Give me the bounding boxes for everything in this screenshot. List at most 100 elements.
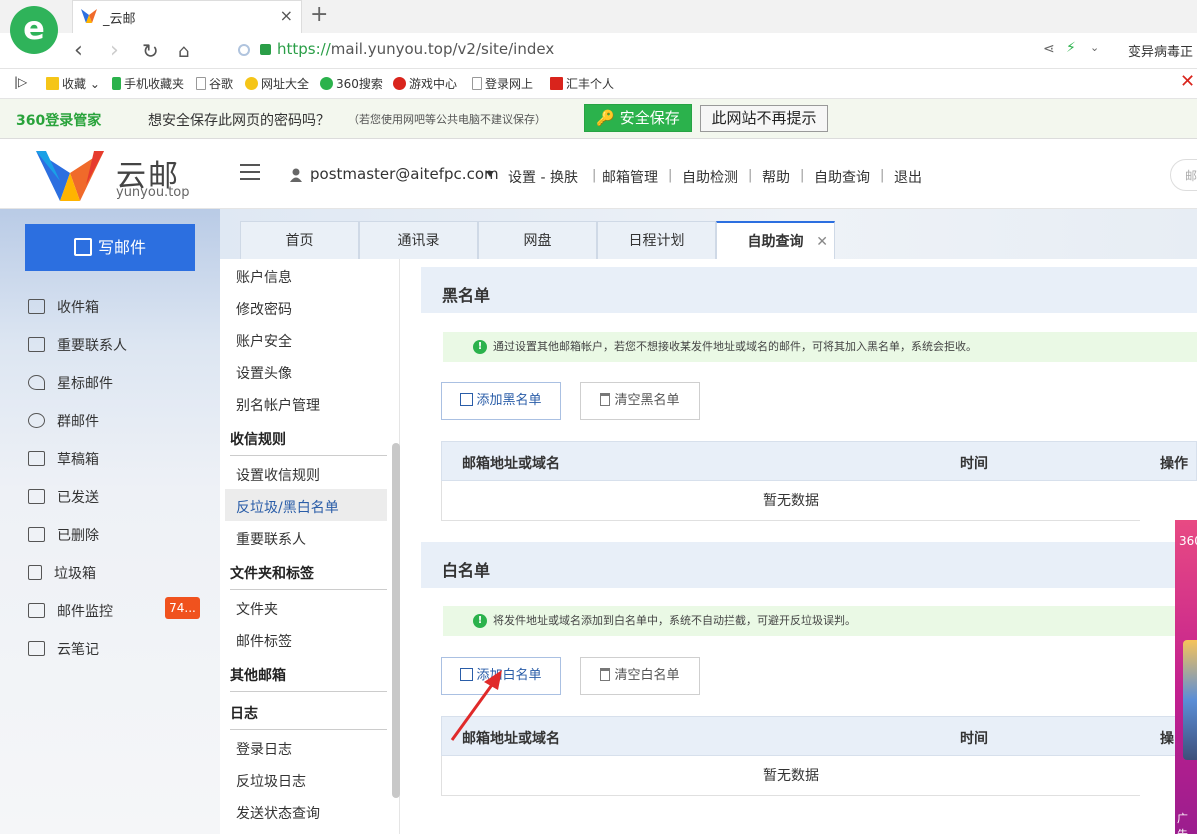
sidebar-item-sent[interactable]: 已发送 xyxy=(28,487,99,511)
password-save-bar: 360登录管家 想安全保存此网页的密码吗？ （若您使用网吧等公共电脑不建议保存）… xyxy=(0,99,1197,139)
divider xyxy=(230,729,387,730)
add-blacklist-button[interactable]: 添加黑名单 xyxy=(441,382,561,420)
tab-schedule[interactable]: 日程计划 xyxy=(597,221,716,259)
sidebar-item-starred[interactable]: 星标邮件 xyxy=(28,373,113,397)
bookmark-label: 汇丰个人 xyxy=(566,77,615,91)
tab-netdisk[interactable]: 网盘 xyxy=(478,221,597,259)
user-account[interactable]: postmaster@aitefpc.com xyxy=(310,165,499,183)
menu-mail-tags[interactable]: 邮件标签 xyxy=(236,631,292,651)
address-bar: ‹ › ↻ ⌂ https://mail.yunyou.top/v2/site/… xyxy=(0,33,1197,69)
sidebar-item-cloud-notes[interactable]: 云笔记 xyxy=(28,639,99,663)
app-logo[interactable]: 云邮 yunyou.top xyxy=(0,139,220,209)
save-password-label: 安全保存 xyxy=(619,109,680,127)
bookmark-item[interactable]: 谷歌 xyxy=(196,75,233,92)
sidebar-item-trash[interactable]: 垃圾箱 xyxy=(28,563,96,587)
sidebar-item-drafts[interactable]: 草稿箱 xyxy=(28,449,99,473)
menu-antispam-log[interactable]: 反垃圾日志 xyxy=(236,771,306,791)
divider: | xyxy=(592,168,597,183)
mail-search-input[interactable]: 邮 xyxy=(1170,159,1197,191)
sidebar-item-inbox[interactable]: 收件箱 xyxy=(28,297,99,321)
url-scheme: https:// xyxy=(277,40,331,58)
self-check-link[interactable]: 自助检测 xyxy=(682,167,738,187)
forward-icon[interactable]: › xyxy=(110,38,119,63)
settings-menu: 账户信息 修改密码 账户安全 设置头像 别名帐户管理 收信规则 设置收信规则 反… xyxy=(220,259,400,834)
sidebar-item-label: 云笔记 xyxy=(57,642,99,658)
close-icon[interactable]: ✕ xyxy=(1180,71,1195,92)
new-tab-icon[interactable]: + xyxy=(310,2,328,27)
sidebar-item-mail-monitor[interactable]: 邮件监控 xyxy=(28,601,113,625)
tab-contacts[interactable]: 通讯录 xyxy=(359,221,478,259)
tab-label: 自助查询 xyxy=(747,234,804,250)
bookmark-label: 网址大全 xyxy=(261,77,310,91)
sidebar-item-important-contacts[interactable]: 重要联系人 xyxy=(28,335,127,359)
sidebar-item-group-mail[interactable]: 群邮件 xyxy=(28,411,99,435)
group-icon xyxy=(28,413,45,428)
chevron-down-icon[interactable]: ⌄ xyxy=(1090,41,1099,54)
side-ad[interactable]: 360 广告 xyxy=(1175,520,1197,834)
url-field[interactable]: https://mail.yunyou.top/v2/site/index xyxy=(238,40,554,58)
bookmark-item[interactable]: 游戏中心 xyxy=(393,75,457,92)
trash-icon xyxy=(28,565,42,580)
menu-change-password[interactable]: 修改密码 xyxy=(236,299,292,319)
sidebar-toggle-icon[interactable]: |▷ xyxy=(14,75,27,89)
news-ticker[interactable]: 变异病毒正 xyxy=(1128,41,1193,60)
tab-title: _云邮 xyxy=(103,12,136,27)
caret-down-icon[interactable] xyxy=(486,171,494,177)
bookmark-bar: |▷ 收藏 ⌄ 手机收藏夹 谷歌 网址大全 360搜索 游戏中心 登录网上 汇丰… xyxy=(0,69,1197,99)
mailbox-manage-link[interactable]: 邮箱管理 xyxy=(602,167,658,187)
share-icon[interactable]: ⋖ xyxy=(1043,41,1055,57)
settings-scrollbar[interactable] xyxy=(392,443,400,798)
menu-receive-rules[interactable]: 设置收信规则 xyxy=(236,465,320,485)
monitor-count-badge: 74... xyxy=(165,597,200,619)
never-remind-button[interactable]: 此网站不再提示 xyxy=(700,105,828,132)
sidebar-item-deleted[interactable]: 已删除 xyxy=(28,525,99,549)
browser-logo-icon[interactable]: e xyxy=(10,6,58,54)
back-icon[interactable]: ‹ xyxy=(74,38,83,63)
divider: | xyxy=(748,168,753,183)
whitelist-info: ! 将发件地址或域名添加到白名单中，系统不自动拦截，可避开反垃圾误判。 xyxy=(443,606,1197,636)
bookmark-item[interactable]: 收藏 ⌄ xyxy=(46,75,100,92)
bookmark-item[interactable]: 360搜索 xyxy=(320,75,383,92)
menu-account-security[interactable]: 账户安全 xyxy=(236,331,292,351)
save-password-button[interactable]: 🔑 安全保存 xyxy=(584,104,692,132)
bookmark-item[interactable]: 网址大全 xyxy=(245,75,309,92)
menu-login-log[interactable]: 登录日志 xyxy=(236,739,292,759)
bookmark-label: 收藏 xyxy=(62,77,87,91)
logout-link[interactable]: 退出 xyxy=(894,167,922,187)
settings-skin-link[interactable]: 设置 - 换肤 xyxy=(508,167,578,187)
clear-whitelist-button[interactable]: 清空白名单 xyxy=(580,657,700,695)
sidebar: 写邮件 收件箱 重要联系人 星标邮件 群邮件 草稿箱 已发送 已删除 垃圾箱 邮… xyxy=(0,209,220,834)
tab-home[interactable]: 首页 xyxy=(240,221,359,259)
game-center-icon xyxy=(393,77,406,90)
bookmark-item[interactable]: 手机收藏夹 xyxy=(112,75,184,92)
refresh-icon[interactable]: ↻ xyxy=(142,39,159,63)
tab-self-query[interactable]: 自助查询 ✕ xyxy=(716,221,835,259)
speed-icon[interactable]: ⚡ xyxy=(1066,40,1076,56)
clear-blacklist-button[interactable]: 清空黑名单 xyxy=(580,382,700,420)
compose-button[interactable]: 写邮件 xyxy=(25,224,195,271)
bookmark-item[interactable]: 汇丰个人 xyxy=(550,75,614,92)
main-tab-strip: 首页 通讯录 网盘 日程计划 自助查询 ✕ xyxy=(220,209,1197,259)
help-link[interactable]: 帮助 xyxy=(762,167,790,187)
menu-set-avatar[interactable]: 设置头像 xyxy=(236,363,292,383)
menu-icon[interactable] xyxy=(240,164,260,180)
column-header: 邮箱地址或域名 xyxy=(462,456,560,472)
menu-account-info[interactable]: 账户信息 xyxy=(236,267,292,287)
close-tab-icon[interactable]: × xyxy=(280,6,293,25)
note-icon xyxy=(28,641,45,656)
ad-top-text: 360 xyxy=(1179,534,1197,548)
menu-antispam-lists[interactable]: 反垃圾/黑白名单 xyxy=(236,497,339,517)
divider xyxy=(230,455,387,456)
divider: | xyxy=(800,168,805,183)
menu-folders[interactable]: 文件夹 xyxy=(236,599,278,619)
compose-icon xyxy=(73,238,92,256)
browser-tab[interactable]: _云邮 × xyxy=(72,0,302,33)
bookmark-item[interactable]: 登录网上 xyxy=(472,75,533,92)
close-tab-icon[interactable]: ✕ xyxy=(816,223,828,261)
menu-alias-accounts[interactable]: 别名帐户管理 xyxy=(236,395,320,415)
home-icon[interactable]: ⌂ xyxy=(178,41,189,62)
menu-important-contacts[interactable]: 重要联系人 xyxy=(236,529,306,549)
self-query-link[interactable]: 自助查询 xyxy=(814,167,870,187)
menu-heading-other-mailboxes[interactable]: 其他邮箱 xyxy=(230,665,286,685)
menu-send-status[interactable]: 发送状态查询 xyxy=(236,803,320,823)
